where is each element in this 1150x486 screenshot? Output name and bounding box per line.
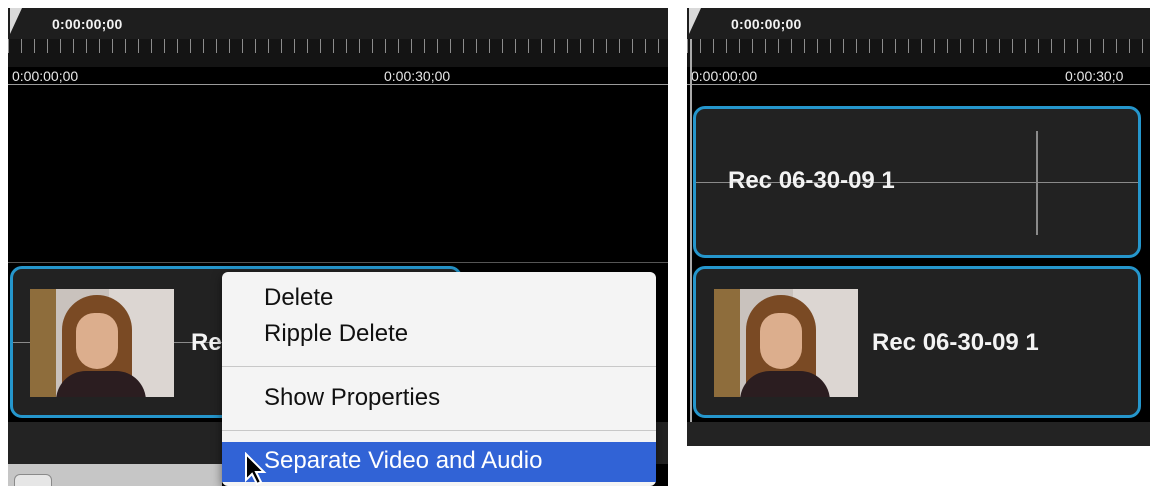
right-timeline-panel: 0:00:00;00 0:00:00;00 0:00:30;0 Rec 06-3… — [687, 8, 1150, 446]
playhead-marker-icon[interactable] — [10, 8, 22, 34]
timeline-ruler[interactable] — [8, 39, 668, 67]
menu-item-delete[interactable]: Delete — [264, 284, 333, 312]
clip-thumbnail — [30, 289, 174, 397]
ruler-divider — [8, 84, 668, 85]
ruler-label-start: 0:00:00;00 — [691, 68, 758, 84]
clip-thumbnail — [714, 289, 858, 397]
ruler-label-start: 0:00:00;00 — [12, 68, 79, 84]
playhead-marker-icon[interactable] — [689, 8, 701, 34]
menu-separator — [222, 366, 656, 367]
zoom-toolbar — [8, 464, 222, 486]
video-clip-label: Rec 06-30-09 1 — [872, 329, 1039, 356]
menu-item-ripple-delete[interactable]: Ripple Delete — [264, 320, 408, 348]
zoom-magnifier-icon[interactable] — [14, 474, 52, 486]
ruler-label-30s: 0:00:30;0 — [1065, 68, 1124, 84]
menu-item-separate-video-audio[interactable]: Separate Video and Audio — [222, 442, 656, 482]
audio-spike — [1036, 131, 1038, 235]
playhead-header: 0:00:00;00 — [687, 8, 1150, 39]
audio-clip[interactable]: Rec 06-30-09 1 — [693, 106, 1141, 258]
playhead-line[interactable] — [690, 39, 692, 424]
ruler-divider — [687, 84, 1150, 85]
menu-separator — [222, 430, 656, 431]
timeline-ruler[interactable] — [687, 39, 1150, 67]
track-divider — [8, 262, 668, 263]
playhead-timecode: 0:00:00;00 — [52, 16, 123, 32]
video-clip[interactable]: Rec 06-30-09 1 — [693, 266, 1141, 418]
audio-clip-label: Rec 06-30-09 1 — [728, 167, 895, 194]
ruler-label-30s: 0:00:30;00 — [384, 68, 451, 84]
playhead-header: 0:00:00;00 — [8, 8, 668, 39]
timeline-footer — [687, 422, 1150, 446]
clip-context-menu: Delete Ripple Delete Show Properties Sep… — [222, 272, 656, 486]
playhead-timecode: 0:00:00;00 — [731, 16, 802, 32]
mouse-pointer-icon — [245, 452, 267, 486]
menu-item-show-properties[interactable]: Show Properties — [264, 384, 440, 412]
